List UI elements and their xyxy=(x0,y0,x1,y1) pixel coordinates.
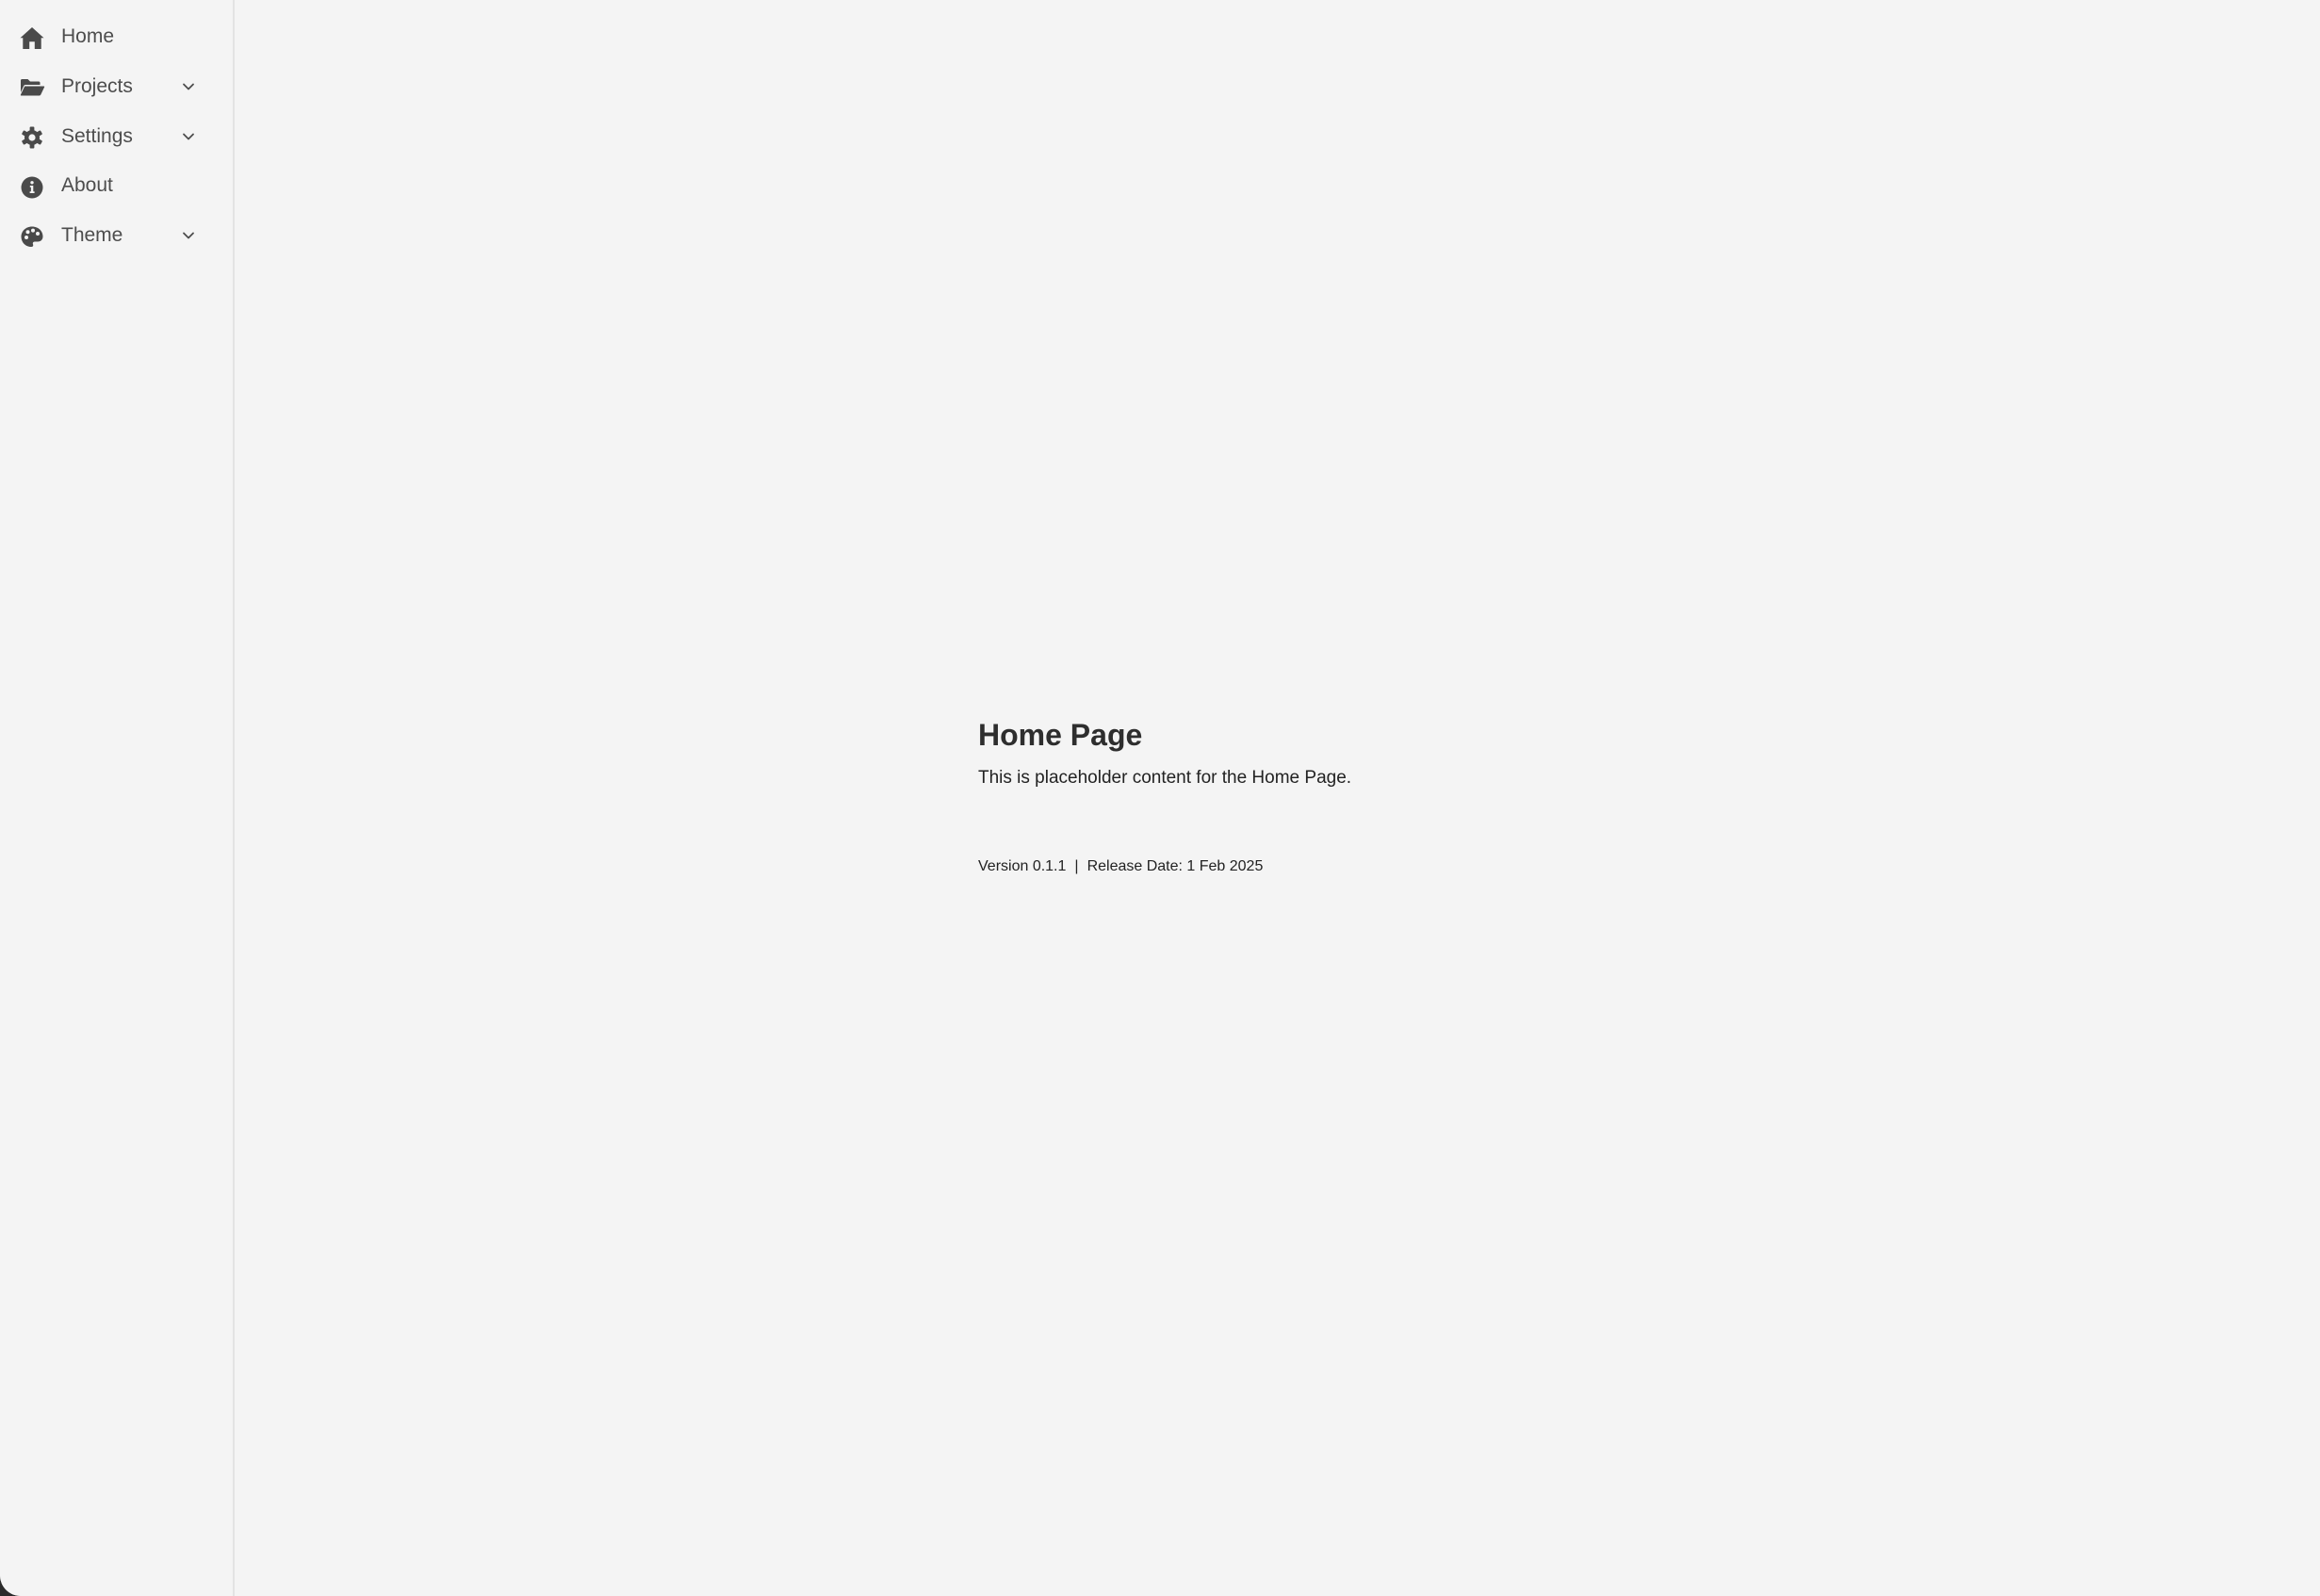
release-date-text: Release Date: 1 Feb 2025 xyxy=(1086,858,1264,874)
chevron-down-icon[interactable] xyxy=(180,227,197,244)
sidebar-item-label: Settings xyxy=(61,125,133,147)
palette-icon xyxy=(19,223,45,250)
page-description: This is placeholder content for the Home… xyxy=(978,768,1352,788)
chevron-down-icon[interactable] xyxy=(180,128,197,145)
version-info: Version 0.1.1 | Release Date: 1 Feb 2025 xyxy=(978,857,1826,876)
sidebar-item-about[interactable]: About xyxy=(0,161,233,210)
gear-icon xyxy=(19,124,45,151)
separator: | xyxy=(1074,858,1079,874)
sidebar-item-label: Theme xyxy=(61,224,123,246)
sidebar-item-settings[interactable]: Settings xyxy=(0,112,233,161)
sidebar-item-label: About xyxy=(61,174,113,196)
sidebar-item-home[interactable]: Home xyxy=(0,12,233,61)
sidebar-item-label: Projects xyxy=(61,75,133,97)
info-circle-icon xyxy=(19,173,45,200)
chevron-down-icon[interactable] xyxy=(180,78,197,95)
app-window: Home Projects Settings About Theme Home … xyxy=(0,0,2320,1596)
version-text: Version 0.1.1 xyxy=(978,858,1067,874)
sidebar-item-label: Home xyxy=(61,25,115,47)
sidebar-item-theme[interactable]: Theme xyxy=(0,211,233,260)
folder-open-icon xyxy=(19,74,45,101)
home-icon xyxy=(19,24,45,51)
sidebar: Home Projects Settings About Theme xyxy=(0,0,235,1596)
sidebar-item-projects[interactable]: Projects xyxy=(0,62,233,111)
page-title: Home Page xyxy=(978,718,1143,752)
main-content: Home Page This is placeholder content fo… xyxy=(978,716,1826,876)
